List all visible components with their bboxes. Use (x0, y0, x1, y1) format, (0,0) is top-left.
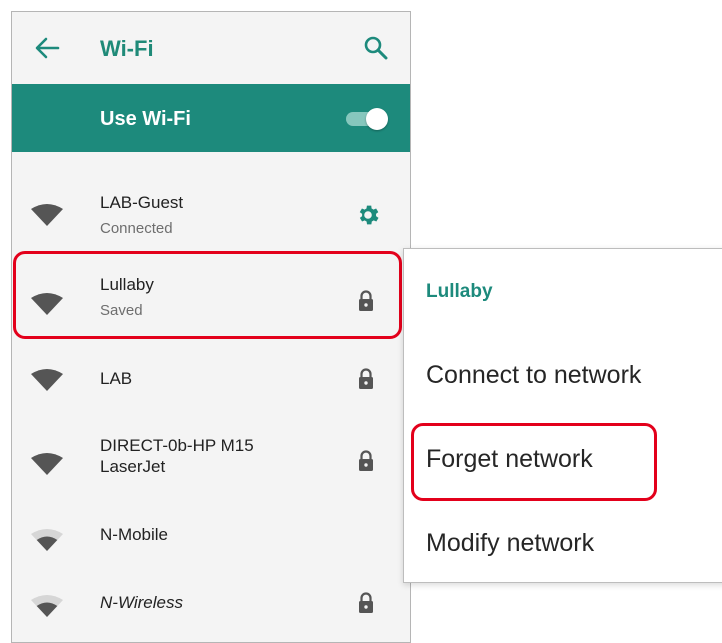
network-item-lab[interactable]: LAB (12, 344, 410, 414)
gear-icon[interactable] (355, 202, 381, 228)
use-wifi-row[interactable]: Use Wi-Fi (12, 84, 410, 152)
use-wifi-label: Use Wi-Fi (100, 108, 191, 130)
network-item-n-wireless[interactable]: N-Wireless (12, 570, 410, 642)
back-arrow-icon[interactable] (34, 36, 60, 60)
wifi-signal-full-icon (31, 204, 63, 226)
network-status: Connected (100, 220, 173, 237)
network-context-menu: Lullaby Connect to network Forget networ… (403, 248, 722, 583)
modify-network-menu-item[interactable]: Modify network (426, 529, 594, 558)
wifi-signal-full-icon (31, 453, 63, 475)
network-name: N-Mobile (100, 525, 169, 544)
network-item-lab-guest[interactable]: LAB-Guest Connected (12, 152, 410, 244)
app-bar: Wi-Fi (12, 12, 410, 84)
connect-to-network-menu-item[interactable]: Connect to network (426, 361, 641, 390)
forget-network-highlight-box (411, 423, 657, 501)
menu-title: Lullaby (426, 281, 493, 302)
network-name: N-Wireless (100, 593, 183, 612)
wifi-toggle-switch[interactable] (342, 108, 388, 130)
network-name: LAB-Guest (100, 193, 184, 212)
network-item-n-mobile[interactable]: N-Mobile (12, 506, 410, 570)
network-name: DIRECT-0b-HP M15 LaserJet (100, 436, 254, 476)
toggle-thumb (366, 108, 388, 130)
wifi-signal-full-icon (31, 369, 63, 391)
wifi-signal-medium-icon (31, 529, 63, 551)
page-title: Wi-Fi (100, 36, 154, 61)
network-item-direct-hp[interactable]: DIRECT-0b-HP M15 LaserJet (12, 414, 410, 506)
lullaby-highlight-box (13, 251, 402, 339)
search-icon[interactable] (363, 35, 389, 61)
lock-icon (359, 450, 373, 471)
wifi-signal-medium-icon (31, 595, 63, 617)
lock-icon (359, 368, 373, 389)
lock-icon (359, 592, 373, 613)
network-name: LAB (100, 369, 133, 388)
